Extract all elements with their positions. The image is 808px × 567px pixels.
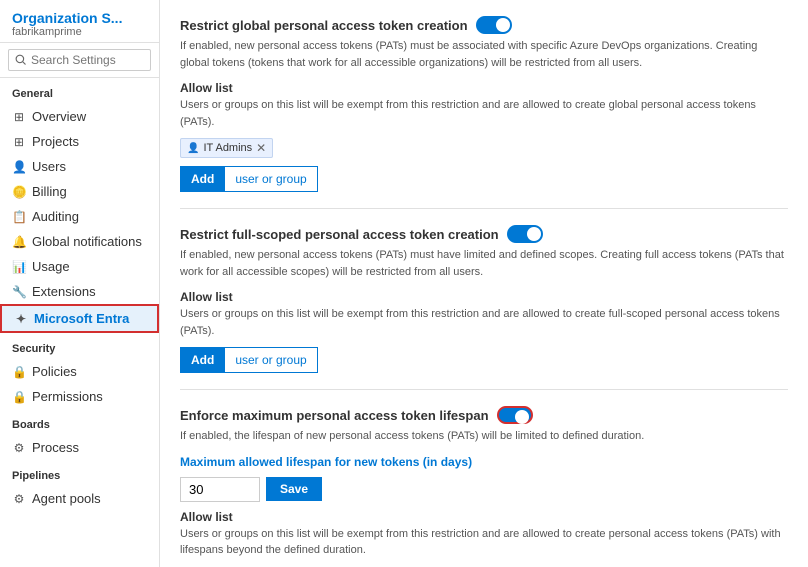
allow-list-label-2: Allow list bbox=[180, 290, 788, 304]
sidebar-item-microsoft-entra[interactable]: ✦Microsoft Entra bbox=[0, 304, 159, 333]
usage-icon: 📊 bbox=[12, 260, 26, 274]
sidebar-item-billing[interactable]: 🪙Billing bbox=[0, 179, 159, 204]
agent-pools-icon: ⚙ bbox=[12, 492, 26, 506]
save-button[interactable]: Save bbox=[266, 477, 322, 501]
search-icon bbox=[15, 54, 27, 66]
section-restrict-full-scoped-desc: If enabled, new personal access tokens (… bbox=[180, 247, 788, 280]
billing-icon: 🪙 bbox=[12, 185, 26, 199]
sidebar-item-projects[interactable]: ⊞Projects bbox=[0, 129, 159, 154]
tag-label-1: IT Admins bbox=[203, 142, 252, 154]
toggle-restrict-full-scoped[interactable] bbox=[507, 225, 543, 243]
auditing-icon: 📋 bbox=[12, 210, 26, 224]
section-restrict-global: Restrict global personal access token cr… bbox=[180, 0, 788, 209]
sidebar-item-users[interactable]: 👤Users bbox=[0, 154, 159, 179]
sidebar-item-global-notifications[interactable]: 🔔Global notifications bbox=[0, 229, 159, 254]
toggle-enforce-lifespan[interactable] bbox=[497, 406, 533, 424]
allow-list-desc-1: Users or groups on this list will be exe… bbox=[180, 97, 788, 130]
toggle-restrict-global[interactable] bbox=[476, 16, 512, 34]
section-enforce-lifespan-desc: If enabled, the lifespan of new personal… bbox=[180, 428, 788, 445]
entra-icon: ✦ bbox=[14, 312, 28, 326]
allow-list-desc-2: Users or groups on this list will be exe… bbox=[180, 306, 788, 339]
max-lifespan-label: Maximum allowed lifespan for new tokens … bbox=[180, 455, 788, 469]
tag-it-admins: 👤 IT Admins ✕ bbox=[180, 138, 273, 158]
lifespan-input[interactable] bbox=[180, 477, 260, 502]
extensions-icon: 🔧 bbox=[12, 285, 26, 299]
section-label-general: General bbox=[0, 78, 159, 104]
main-content: Restrict global personal access token cr… bbox=[160, 0, 808, 567]
policies-icon: 🔒 bbox=[12, 365, 26, 379]
sidebar-item-overview[interactable]: ⊞Overview bbox=[0, 104, 159, 129]
lifespan-input-row: Save bbox=[180, 477, 788, 502]
add-btn-sub-label-2: user or group bbox=[224, 347, 317, 373]
section-label-boards: Boards bbox=[0, 409, 159, 435]
org-subtitle: fabrikamprime bbox=[12, 26, 147, 38]
sidebar-item-auditing[interactable]: 📋Auditing bbox=[0, 204, 159, 229]
search-area[interactable] bbox=[0, 43, 159, 78]
process-icon: ⚙ bbox=[12, 441, 26, 455]
search-box[interactable] bbox=[8, 49, 151, 71]
section-label-security: Security bbox=[0, 333, 159, 359]
add-button-2[interactable]: Add user or group bbox=[180, 347, 318, 373]
sidebar-item-policies[interactable]: 🔒Policies bbox=[0, 359, 159, 384]
sidebar-section-security: Security 🔒Policies 🔒Permissions bbox=[0, 333, 159, 409]
sidebar: Organization S... fabrikamprime General … bbox=[0, 0, 160, 567]
sidebar-item-extensions[interactable]: 🔧Extensions bbox=[0, 279, 159, 304]
add-btn-add-label-1[interactable]: Add bbox=[180, 166, 224, 192]
section-restrict-global-title: Restrict global personal access token cr… bbox=[180, 16, 788, 34]
sidebar-section-pipelines: Pipelines ⚙Agent pools bbox=[0, 460, 159, 511]
sidebar-item-agent-pools[interactable]: ⚙Agent pools bbox=[0, 486, 159, 511]
section-enforce-lifespan: Enforce maximum personal access token li… bbox=[180, 390, 788, 567]
search-input[interactable] bbox=[31, 53, 144, 67]
sidebar-item-permissions[interactable]: 🔒Permissions bbox=[0, 384, 159, 409]
add-btn-sub-label-1: user or group bbox=[224, 166, 317, 192]
notifications-icon: 🔔 bbox=[12, 235, 26, 249]
allow-list-desc-3: Users or groups on this list will be exe… bbox=[180, 526, 788, 559]
section-enforce-lifespan-title: Enforce maximum personal access token li… bbox=[180, 406, 788, 424]
sidebar-section-general: General ⊞Overview ⊞Projects 👤Users 🪙Bill… bbox=[0, 78, 159, 333]
sidebar-item-process[interactable]: ⚙Process bbox=[0, 435, 159, 460]
tag-container-1: 👤 IT Admins ✕ bbox=[180, 138, 788, 166]
sidebar-item-usage[interactable]: 📊Usage bbox=[0, 254, 159, 279]
add-button-1[interactable]: Add user or group bbox=[180, 166, 318, 192]
allow-list-label-1: Allow list bbox=[180, 81, 788, 95]
overview-icon: ⊞ bbox=[12, 110, 26, 124]
tag-icon-1: 👤 bbox=[187, 143, 199, 154]
org-title: Organization S... bbox=[12, 10, 147, 26]
section-restrict-full-scoped: Restrict full-scoped personal access tok… bbox=[180, 209, 788, 390]
tag-close-1[interactable]: ✕ bbox=[256, 141, 266, 155]
users-icon: 👤 bbox=[12, 160, 26, 174]
sidebar-section-boards: Boards ⚙Process bbox=[0, 409, 159, 460]
add-btn-add-label-2[interactable]: Add bbox=[180, 347, 224, 373]
section-label-pipelines: Pipelines bbox=[0, 460, 159, 486]
section-restrict-full-scoped-title: Restrict full-scoped personal access tok… bbox=[180, 225, 788, 243]
org-header: Organization S... fabrikamprime bbox=[0, 0, 159, 43]
projects-icon: ⊞ bbox=[12, 135, 26, 149]
allow-list-label-3: Allow list bbox=[180, 510, 788, 524]
section-restrict-global-desc: If enabled, new personal access tokens (… bbox=[180, 38, 788, 71]
permissions-icon: 🔒 bbox=[12, 390, 26, 404]
